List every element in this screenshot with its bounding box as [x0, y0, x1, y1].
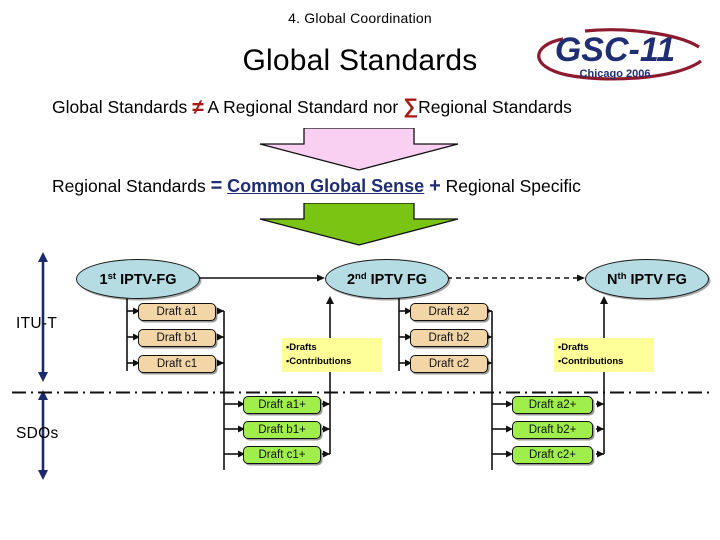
draft-box[interactable]: Draft a2	[410, 303, 488, 321]
draft-box[interactable]: Draft b1+	[243, 421, 321, 439]
oval-n-label: Nth IPTV FG	[607, 270, 687, 288]
draft-box[interactable]: Draft a2+	[512, 396, 593, 414]
group-oval-1[interactable]: 1st IPTV-FG	[76, 259, 200, 299]
group-oval-2[interactable]: 2nd IPTV FG	[325, 259, 449, 299]
oval-1-label: 1st IPTV-FG	[99, 270, 177, 288]
draft-box[interactable]: Draft c2+	[512, 446, 593, 464]
draft-box[interactable]: Draft b2	[410, 329, 488, 347]
note-line: ▪Contributions	[558, 355, 624, 367]
note-line: ▪Drafts	[286, 342, 317, 353]
draft-box[interactable]: Draft c1+	[243, 446, 321, 464]
note-callout: ▪Drafts ▪Contributions	[554, 338, 654, 372]
draft-box[interactable]: Draft b2+	[512, 421, 593, 439]
note-line: ▪Drafts	[558, 342, 589, 353]
note-callout: ▪Drafts ▪Contributions	[282, 338, 382, 372]
draft-box[interactable]: Draft a1+	[243, 396, 321, 414]
note-line: ▪Contributions	[286, 355, 352, 367]
draft-box[interactable]: Draft c2	[410, 355, 488, 373]
slide-canvas: 4. Global Coordination Global Standards …	[0, 0, 720, 540]
draft-box[interactable]: Draft a1	[138, 303, 216, 321]
oval-2-label: 2nd IPTV FG	[346, 270, 428, 288]
group-oval-n[interactable]: Nth IPTV FG	[585, 259, 709, 299]
draft-box[interactable]: Draft b1	[138, 329, 216, 347]
draft-box[interactable]: Draft c1	[138, 355, 216, 373]
